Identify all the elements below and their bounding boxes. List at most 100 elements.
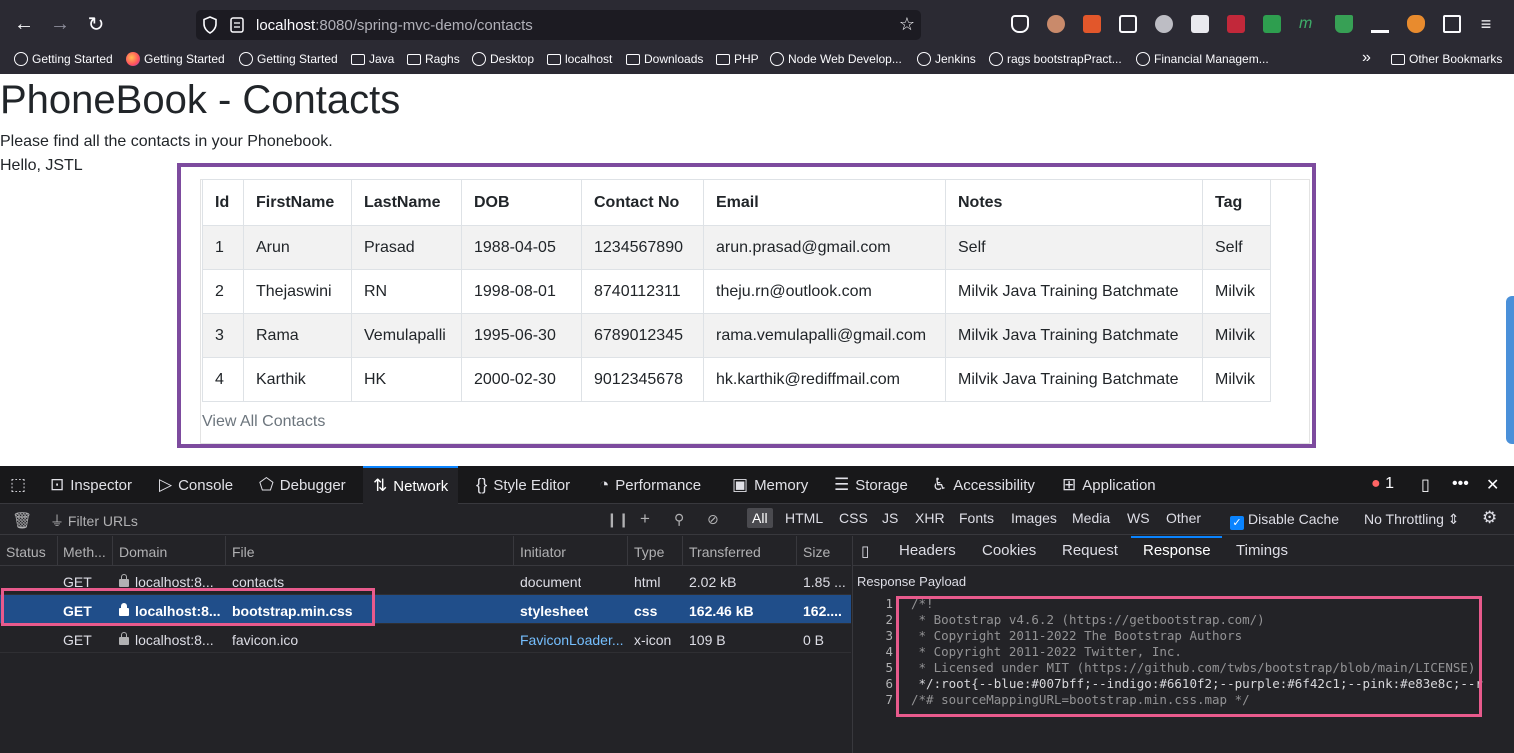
tab-accessibility[interactable]: ♿ Accessibility: [932, 466, 1035, 504]
search-icon[interactable]: ⚲: [674, 511, 684, 528]
column-header[interactable]: Initiator: [520, 544, 566, 560]
extension-pin-icon[interactable]: [1335, 15, 1353, 33]
clipboard-icon[interactable]: [1119, 15, 1137, 33]
column-header[interactable]: Status: [6, 544, 46, 560]
extension-gray-icon[interactable]: [1155, 15, 1173, 33]
extensions-puzzle-icon[interactable]: [1443, 15, 1461, 33]
close-icon[interactable]: ✕: [1486, 475, 1499, 495]
request-initiator-link[interactable]: FaviconLoader...: [520, 632, 624, 648]
filter-xhr[interactable]: XHR: [910, 508, 950, 528]
throttling-select[interactable]: No Throttling ⇕: [1364, 511, 1460, 528]
tab-storage[interactable]: ☰ Storage: [834, 466, 908, 504]
bookmark-item[interactable]: Desktop: [472, 52, 534, 66]
network-arrows-icon: ⇅: [373, 476, 388, 495]
bookmarks-toolbar: Getting Started Getting Started Getting …: [0, 48, 1514, 74]
braces-icon: {}: [476, 475, 488, 494]
error-count-badge[interactable]: ● 1: [1371, 475, 1394, 493]
bookmarks-overflow-chevron-icon[interactable]: »: [1362, 49, 1371, 67]
column-header[interactable]: File: [232, 544, 255, 560]
filter-all[interactable]: All: [747, 508, 773, 528]
selected-request-highlight-box: [1, 588, 375, 626]
bookmark-item[interactable]: Java: [351, 52, 394, 66]
filter-ws[interactable]: WS: [1122, 508, 1155, 528]
extension-m-icon[interactable]: m: [1299, 15, 1317, 33]
bookmark-item[interactable]: Getting Started: [14, 52, 113, 66]
extension-red-icon[interactable]: [1227, 15, 1245, 33]
bookmark-item[interactable]: Getting Started: [239, 52, 338, 66]
tab-request[interactable]: Request: [1062, 542, 1118, 559]
filter-media[interactable]: Media: [1067, 508, 1115, 528]
filter-js[interactable]: JS: [877, 508, 903, 528]
url-bar[interactable]: localhost:8080/spring-mvc-demo/contacts …: [196, 10, 921, 40]
tab-performance[interactable]: ◔ Performance: [599, 466, 701, 504]
page-content: PhoneBook - Contacts Please find all the…: [0, 74, 1514, 466]
filter-html[interactable]: HTML: [780, 508, 828, 528]
column-header[interactable]: Meth...: [63, 544, 106, 560]
bookmark-star-icon[interactable]: ☆: [899, 14, 915, 35]
active-tab-indicator: [1131, 536, 1222, 538]
disable-cache-checkbox[interactable]: ✓ Disable Cache: [1230, 511, 1339, 530]
filter-urls-input[interactable]: ⏚ Filter URLs: [50, 511, 138, 531]
filter-other[interactable]: Other: [1161, 508, 1206, 528]
tab-network[interactable]: ⇅ Network: [363, 466, 459, 504]
request-type: html: [634, 574, 661, 590]
sidebar-handle[interactable]: [1506, 296, 1514, 444]
other-bookmarks[interactable]: Other Bookmarks: [1391, 52, 1502, 66]
tab-response[interactable]: Response: [1143, 542, 1211, 559]
column-header[interactable]: Size: [803, 544, 830, 560]
bookmark-item[interactable]: Downloads: [626, 52, 703, 66]
bookmark-item[interactable]: localhost: [547, 52, 612, 66]
folder-icon: [1391, 53, 1405, 65]
tab-application[interactable]: ⊞ Application: [1062, 466, 1156, 504]
more-options-icon[interactable]: •••: [1452, 475, 1469, 493]
element-picker-icon[interactable]: ⬚: [10, 466, 26, 504]
bookmark-item[interactable]: Node Web Develop...: [770, 52, 902, 66]
trash-icon[interactable]: 🗑: [12, 511, 32, 531]
filter-images[interactable]: Images: [1006, 508, 1062, 528]
extension-hammer-icon[interactable]: [1371, 15, 1389, 33]
request-row[interactable]: 404 GET localhost:8... favicon.ico Favic…: [0, 624, 851, 653]
globe-icon: [14, 52, 28, 66]
sidebar-toggle-icon[interactable]: ▯: [861, 542, 869, 560]
response-highlight-box: [896, 596, 1482, 717]
filter-css[interactable]: CSS: [834, 508, 873, 528]
pocket-icon[interactable]: [1011, 15, 1029, 33]
tab-debugger[interactable]: ⬠ Debugger: [259, 466, 346, 504]
tab-console[interactable]: ▷ Console: [159, 466, 233, 504]
bookmark-item[interactable]: Financial Managem...: [1136, 52, 1269, 66]
forward-arrow-icon[interactable]: →: [48, 12, 72, 36]
tab-inspector[interactable]: ⊡ Inspector: [50, 466, 132, 504]
request-initiator: stylesheet: [520, 603, 589, 619]
filter-fonts[interactable]: Fonts: [954, 508, 999, 528]
extension-orange-icon[interactable]: [1083, 15, 1101, 33]
account-avatar[interactable]: [1047, 15, 1065, 33]
menu-hamburger-icon[interactable]: ≡: [1474, 12, 1498, 36]
metamask-icon[interactable]: [1407, 15, 1425, 33]
tab-headers[interactable]: Headers: [899, 542, 956, 559]
block-icon[interactable]: ⊘: [707, 511, 719, 528]
tab-memory[interactable]: ▣ Memory: [732, 466, 808, 504]
tab-timings[interactable]: Timings: [1236, 542, 1288, 559]
column-header[interactable]: Transferred: [689, 544, 761, 560]
bookmark-item[interactable]: PHP: [716, 52, 759, 66]
add-request-icon[interactable]: +: [640, 509, 650, 529]
bookmark-item[interactable]: Getting Started: [126, 52, 225, 66]
bookmark-item[interactable]: Jenkins: [917, 52, 976, 66]
request-transferred: 2.02 kB: [689, 574, 737, 590]
page-info-icon[interactable]: [230, 16, 244, 34]
globe-icon: [1136, 52, 1150, 66]
extension-green-icon[interactable]: [1263, 15, 1281, 33]
reader-library-icon[interactable]: [1191, 15, 1209, 33]
tracking-shield-icon[interactable]: [202, 16, 218, 34]
tab-cookies[interactable]: Cookies: [982, 542, 1036, 559]
column-header[interactable]: Type: [634, 544, 664, 560]
bookmark-item[interactable]: Raghs: [407, 52, 460, 66]
back-arrow-icon[interactable]: ←: [12, 12, 36, 36]
responsive-design-icon[interactable]: ▯: [1421, 475, 1430, 495]
bookmark-item[interactable]: rags bootstrapPract...: [989, 52, 1122, 66]
column-header[interactable]: Domain: [119, 544, 167, 560]
gear-icon[interactable]: ⚙: [1482, 508, 1497, 528]
tab-style-editor[interactable]: {} Style Editor: [476, 466, 570, 504]
pause-icon[interactable]: ❙❙: [606, 511, 629, 528]
reload-icon[interactable]: ↻: [84, 12, 108, 36]
